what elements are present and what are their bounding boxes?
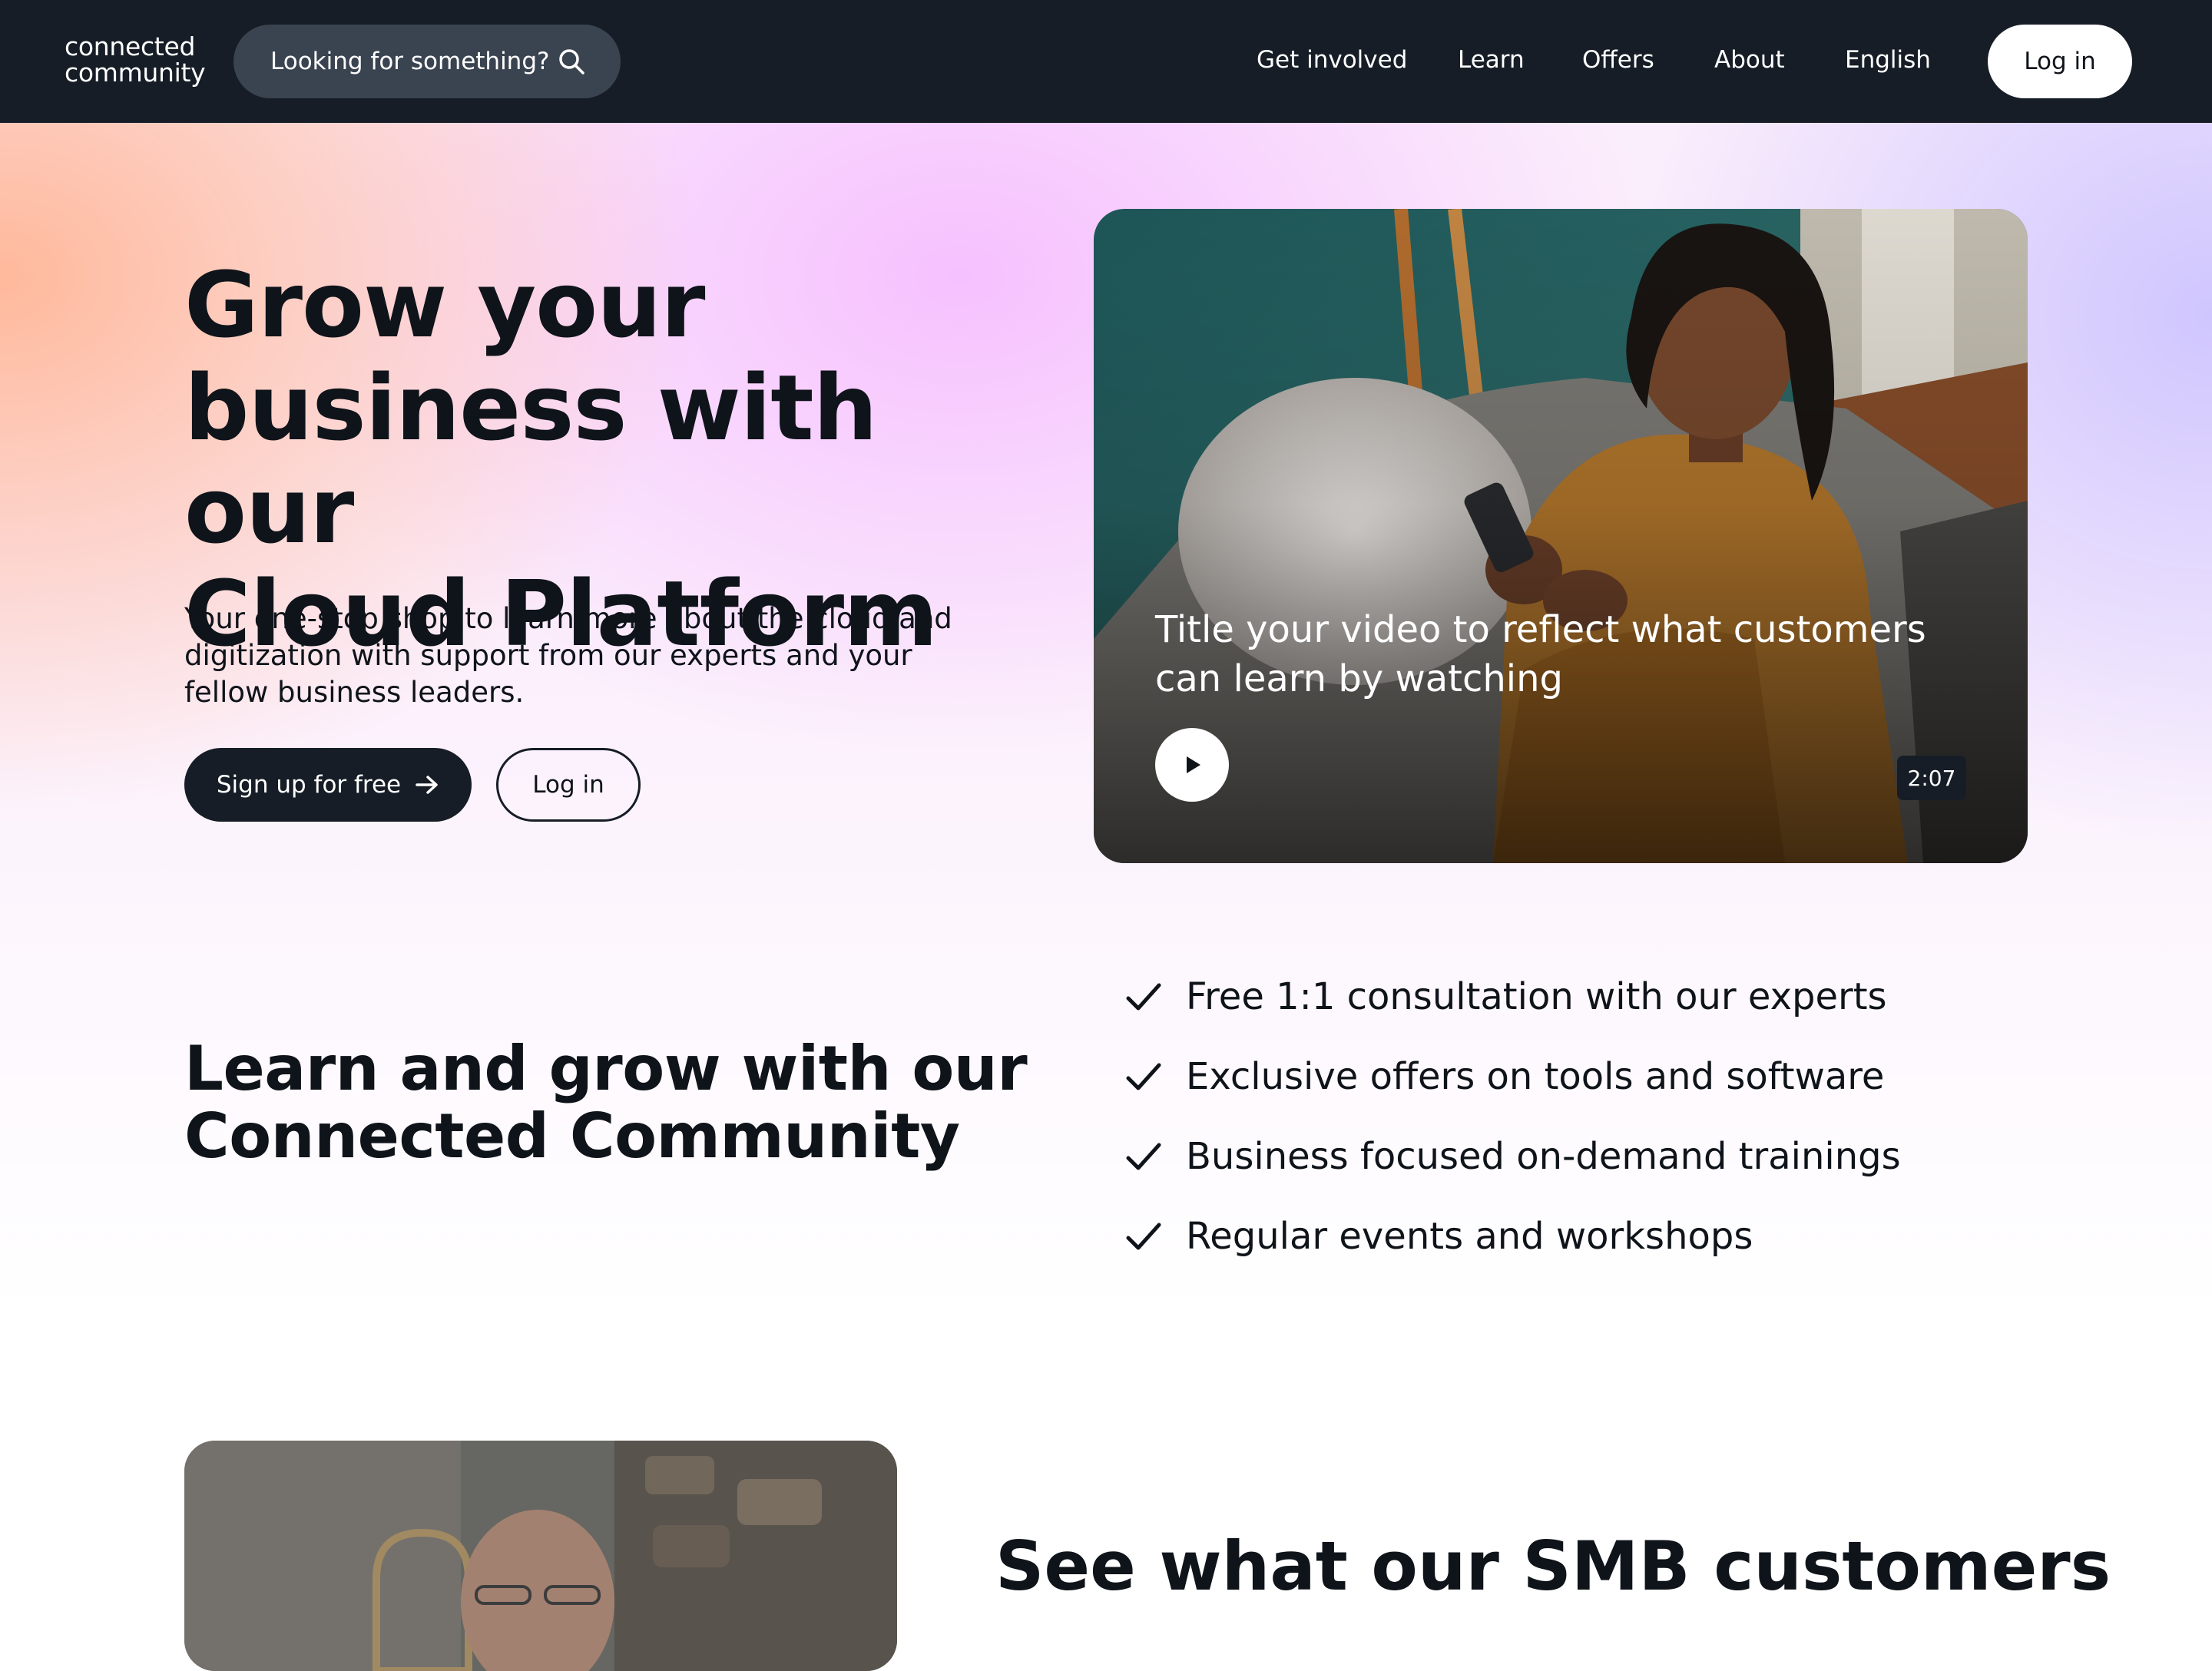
feature-list: Free 1:1 consultation with our experts E… <box>1124 957 2046 1276</box>
learn-title-line-1: Learn and grow with our <box>184 1033 1028 1104</box>
signup-button-label: Sign up for free <box>216 771 402 799</box>
feature-item: Exclusive offers on tools and software <box>1124 1037 2046 1117</box>
customers-section-title: See what our SMB customers <box>995 1527 2111 1606</box>
check-icon <box>1126 983 1161 1011</box>
feature-item: Free 1:1 consultation with our experts <box>1124 957 2046 1037</box>
signup-button[interactable]: Sign up for free <box>184 748 472 822</box>
feature-text: Business focused on-demand trainings <box>1186 1135 1901 1178</box>
learn-title-line-2: Connected Community <box>184 1100 960 1172</box>
testimonial-thumbnail <box>184 1441 897 1671</box>
nav-link-offers[interactable]: Offers <box>1582 46 1654 74</box>
play-button[interactable] <box>1155 728 1229 802</box>
hero-subtitle: Your one-stop shop to learn more about t… <box>184 602 952 709</box>
play-icon <box>1187 756 1200 773</box>
check-icon <box>1126 1063 1161 1090</box>
language-selector[interactable]: English <box>1845 46 1931 74</box>
feature-text: Free 1:1 consultation with our experts <box>1186 975 1887 1018</box>
top-navigation: connected community Looking for somethin… <box>0 0 2212 123</box>
feature-item: Business focused on-demand trainings <box>1124 1117 2046 1196</box>
learn-section-title: Learn and grow with our Connected Commun… <box>184 1035 1029 1170</box>
video-card[interactable]: Title your video to reflect what custome… <box>1094 209 2028 863</box>
hero-title-line-2: business with our <box>184 355 878 564</box>
video-thumbnail <box>1094 209 2028 863</box>
video-title: Title your video to reflect what custome… <box>1155 608 1926 700</box>
nav-link-about[interactable]: About <box>1714 46 1785 74</box>
video-duration: 2:07 <box>1897 756 1966 800</box>
feature-item: Regular events and workshops <box>1124 1196 2046 1276</box>
hero-title-line-1: Grow your <box>184 252 705 358</box>
nav-link-get-involved[interactable]: Get involved <box>1257 46 1407 74</box>
nav-login-button[interactable]: Log in <box>1988 25 2132 98</box>
hero-login-button[interactable]: Log in <box>496 748 641 822</box>
nav-links: Get involved Learn Offers About English <box>0 0 2212 123</box>
check-icon <box>1126 1143 1161 1170</box>
feature-text: Regular events and workshops <box>1186 1215 1753 1258</box>
feature-text: Exclusive offers on tools and software <box>1186 1055 1885 1098</box>
testimonial-video-card[interactable] <box>184 1441 897 1671</box>
check-icon <box>1126 1223 1161 1250</box>
nav-link-learn[interactable]: Learn <box>1458 46 1525 74</box>
arrow-right-icon <box>416 776 438 794</box>
